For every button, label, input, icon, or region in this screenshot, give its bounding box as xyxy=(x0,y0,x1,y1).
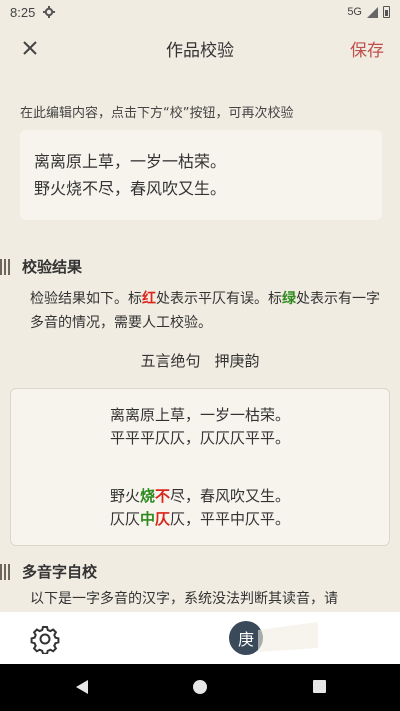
close-icon xyxy=(23,41,37,55)
gear-icon xyxy=(30,626,60,655)
result-card: 离离原上草，一岁一枯荣。 平平平仄仄，仄仄仄平平。 野火烧不尽，春风吹又生。 仄… xyxy=(10,388,390,546)
edit-hint: 在此编辑内容，点击下方“校”按钮，可再次校验 xyxy=(20,106,294,121)
status-time: 8:25 xyxy=(10,4,36,20)
system-nav-bar xyxy=(0,664,400,711)
error-char: 不 xyxy=(155,487,171,505)
polyphone-section-header: 多音字自校 xyxy=(0,561,97,582)
home-icon[interactable] xyxy=(193,680,207,694)
settings-button[interactable] xyxy=(30,624,60,655)
error-tone: 仄 xyxy=(155,510,171,528)
section-marker-icon xyxy=(0,563,12,580)
result-desc-red: 红 xyxy=(142,291,156,307)
result-poem-line: 离离原上草，一岁一枯荣。 xyxy=(109,406,290,424)
result-tone-line: 平平平仄仄，仄仄仄平平。 xyxy=(109,429,290,447)
network-type: 5G xyxy=(347,6,362,18)
tone-segment: 仄仄 xyxy=(109,510,140,528)
polyphone-char: 烧 xyxy=(139,487,155,505)
result-tone-line: 仄仄中仄仄，平平中仄平。 xyxy=(11,508,389,531)
close-button[interactable] xyxy=(0,24,60,72)
poem-form-line: 五言绝句 押庚韵 xyxy=(0,350,400,371)
result-desc-text: 处表示平仄有误。标 xyxy=(156,291,282,307)
recents-icon[interactable] xyxy=(313,680,326,693)
result-section-title: 校验结果 xyxy=(22,258,83,276)
signal-icon xyxy=(367,6,378,18)
result-desc-green: 绿 xyxy=(282,291,296,307)
poem-form: 五言绝句 xyxy=(140,352,201,370)
bottom-toolbar: 庚 xyxy=(0,612,400,664)
decorative-streak-icon xyxy=(258,622,318,652)
polyphone-tone: 中 xyxy=(139,510,155,528)
back-icon[interactable] xyxy=(76,680,90,694)
app-bar: 作品校验 保存 xyxy=(0,24,400,72)
tone-segment: 仄，平平中仄平。 xyxy=(170,510,291,528)
poem-segment: 野火 xyxy=(109,487,140,505)
poem-rhyme: 押庚韵 xyxy=(214,352,260,370)
result-section-header: 校验结果 xyxy=(0,256,82,277)
page-title: 作品校验 xyxy=(166,40,234,61)
result-description: 检验结果如下。标红处表示平仄有误。标绿处表示有一字多音的情况，需要人工校验。 xyxy=(30,287,380,335)
battery-icon xyxy=(383,6,390,18)
status-indicators: 5G xyxy=(347,6,390,18)
polyphone-section-title: 多音字自校 xyxy=(22,563,98,581)
result-desc-text: 检验结果如下。标 xyxy=(30,291,142,307)
editor-line: 野火烧不尽，春风吹又生。 xyxy=(34,179,227,198)
editor-line: 离离原上草，一岁一枯荣。 xyxy=(34,152,227,171)
polyphone-description: 以下是一字多音的汉字，系统没法判断其读音，请 xyxy=(30,591,338,607)
section-marker-icon xyxy=(0,258,12,275)
poem-editor[interactable]: 离离原上草，一岁一枯荣。 野火烧不尽，春风吹又生。 xyxy=(20,130,382,220)
settings-status-icon xyxy=(43,6,56,18)
poem-segment: 尽，春风吹又生。 xyxy=(170,487,291,505)
save-button[interactable]: 保存 xyxy=(350,36,384,61)
status-bar: 8:25 5G xyxy=(0,0,400,24)
result-poem-line: 野火烧不尽，春风吹又生。 xyxy=(11,485,389,508)
